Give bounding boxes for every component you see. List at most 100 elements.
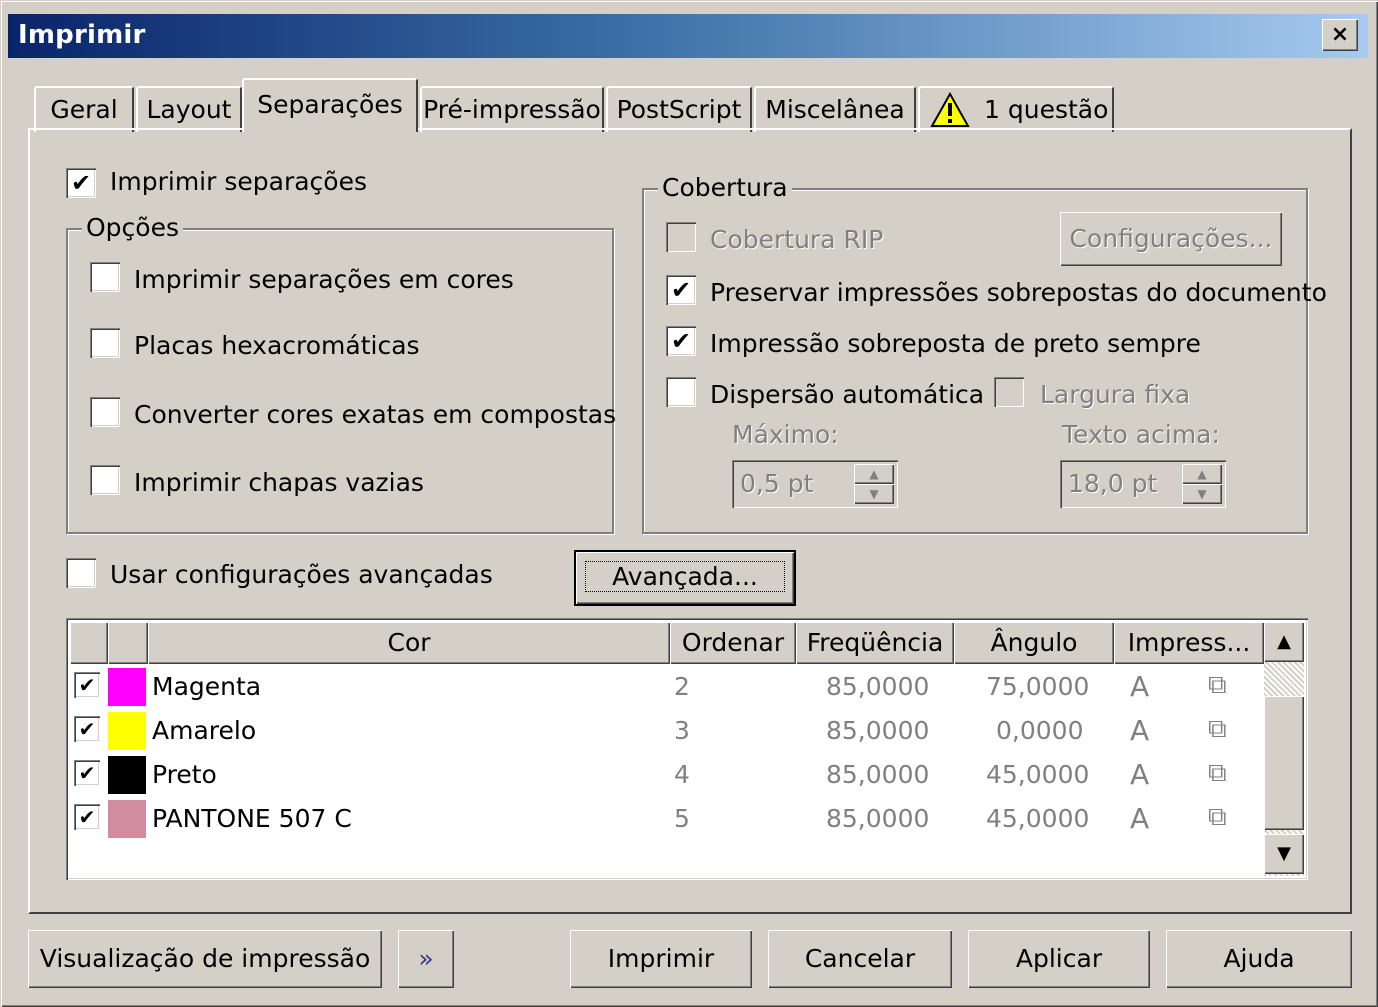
text-above-value: 18,0 pt [1068, 469, 1158, 498]
fixed-width-label: Largura fixa [1040, 380, 1191, 409]
table-row[interactable]: ✔ Amarelo 3 85,0000 0,0000 A ⧉ [70, 710, 1260, 754]
row-checkbox[interactable]: ✔ [74, 672, 100, 698]
scroll-up-button[interactable]: ▲ [1264, 622, 1304, 662]
convert-spot-checkbox[interactable] [90, 397, 120, 427]
print-empty-plates-checkbox[interactable] [90, 465, 120, 495]
order-value: 4 [674, 760, 690, 789]
tab-label: PostScript [616, 95, 742, 124]
maximum-value: 0,5 pt [740, 469, 814, 498]
row-checkbox[interactable]: ✔ [74, 716, 100, 742]
close-icon: × [1330, 22, 1350, 47]
column-header-color[interactable]: Cor [148, 622, 670, 664]
tab-separacoes[interactable]: Separações [242, 78, 418, 132]
tab-geral[interactable]: Geral [34, 86, 134, 132]
help-button[interactable]: Ajuda [1166, 930, 1352, 988]
color-name: PANTONE 507 C [152, 804, 352, 833]
color-separations-label: Imprimir separações em cores [134, 265, 514, 294]
title-bar: Imprimir × [8, 14, 1368, 58]
column-header-angle[interactable]: Ângulo [954, 622, 1114, 664]
column-header-swatch[interactable] [108, 622, 148, 664]
scroll-down-button[interactable]: ▼ [1264, 834, 1304, 874]
print-separations-checkbox[interactable]: ✔ [66, 168, 96, 198]
print-overprint-text-icon[interactable]: A [1130, 802, 1149, 835]
rip-coverage-label: Cobertura RIP [710, 225, 884, 254]
color-separations-checkbox[interactable] [90, 262, 120, 292]
overprint-black-checkbox[interactable]: ✔ [666, 326, 696, 356]
angle-value: 45,0000 [986, 760, 1090, 789]
preserve-overprints-label: Preservar impressões sobrepostas do docu… [710, 278, 1327, 307]
window-title: Imprimir [18, 20, 146, 50]
column-header-check[interactable] [70, 622, 108, 664]
angle-value: 0,0000 [996, 716, 1084, 745]
print-button[interactable]: Imprimir [570, 930, 752, 988]
frequency-value: 85,0000 [826, 804, 930, 833]
list-scrollbar[interactable]: ▲ ▼ [1264, 622, 1304, 876]
print-overprint-graphic-icon[interactable]: ⧉ [1208, 758, 1227, 789]
use-advanced-checkbox[interactable] [66, 558, 96, 588]
tab-issues[interactable]: 1 questão [918, 86, 1114, 132]
convert-spot-label: Converter cores exatas em compostas [134, 400, 617, 429]
column-header-order[interactable]: Ordenar [670, 622, 796, 664]
hexachrome-label: Placas hexacromáticas [134, 331, 420, 360]
print-empty-plates-label: Imprimir chapas vazias [134, 468, 424, 497]
spin-up-button[interactable]: ▲ [1182, 464, 1222, 484]
table-row[interactable]: ✔ Magenta 2 85,0000 75,0000 A ⧉ [70, 666, 1260, 710]
maximum-spinner[interactable]: 0,5 pt ▲ ▼ [732, 460, 898, 508]
tab-pre-impressao[interactable]: Pré-impressão [420, 86, 604, 132]
cancel-button[interactable]: Cancelar [768, 930, 952, 988]
options-title: Opções [82, 213, 183, 242]
print-dialog: Imprimir × Geral Layout Separações Pré-i… [0, 0, 1378, 1007]
print-overprint-text-icon[interactable]: A [1130, 714, 1149, 747]
expand-preview-button[interactable]: » [398, 930, 454, 988]
advanced-button[interactable]: Avançada... [574, 550, 796, 606]
text-above-spinner[interactable]: 18,0 pt ▲ ▼ [1060, 460, 1226, 508]
print-overprint-graphic-icon[interactable]: ⧉ [1208, 670, 1227, 701]
spin-up-button[interactable]: ▲ [854, 464, 894, 484]
preserve-overprints-checkbox[interactable]: ✔ [666, 275, 696, 305]
print-overprint-text-icon[interactable]: A [1130, 758, 1149, 791]
spin-down-button[interactable]: ▼ [854, 484, 894, 504]
hexachrome-checkbox[interactable] [90, 328, 120, 358]
column-header-frequency[interactable]: Freqüência [796, 622, 954, 664]
tab-postscript[interactable]: PostScript [606, 86, 752, 132]
print-overprint-text-icon[interactable]: A [1130, 670, 1149, 703]
tab-miscelanea[interactable]: Miscelânea [754, 86, 916, 132]
advanced-button-label: Avançada... [585, 561, 785, 592]
coverage-settings-button[interactable]: Configurações... [1060, 212, 1282, 266]
frequency-value: 85,0000 [826, 716, 930, 745]
color-list[interactable]: Cor Ordenar Freqüência Ângulo Impress...… [66, 618, 1308, 880]
warning-icon [930, 92, 970, 127]
table-row[interactable]: ✔ PANTONE 507 C 5 85,0000 45,0000 A ⧉ [70, 798, 1260, 842]
coverage-title: Cobertura [658, 173, 792, 202]
tab-label: Layout [146, 95, 232, 124]
close-button[interactable]: × [1322, 19, 1358, 51]
overprint-black-label: Impressão sobreposta de preto sempre [710, 329, 1201, 358]
angle-value: 45,0000 [986, 804, 1090, 833]
frequency-value: 85,0000 [826, 672, 930, 701]
color-swatch [108, 668, 146, 706]
row-checkbox[interactable]: ✔ [74, 760, 100, 786]
print-separations-label: Imprimir separações [110, 167, 367, 196]
apply-button[interactable]: Aplicar [968, 930, 1150, 988]
fixed-width-checkbox[interactable] [994, 377, 1024, 407]
tab-label: Separações [257, 90, 403, 119]
row-checkbox[interactable]: ✔ [74, 804, 100, 830]
text-above-label: Texto acima: [1062, 420, 1220, 449]
color-swatch [108, 712, 146, 750]
table-row[interactable]: ✔ Preto 4 85,0000 45,0000 A ⧉ [70, 754, 1260, 798]
auto-spread-checkbox[interactable] [666, 377, 696, 407]
rip-coverage-checkbox[interactable] [666, 222, 696, 252]
fast-forward-icon: » [418, 944, 434, 973]
color-name: Magenta [152, 672, 262, 701]
tab-label: Geral [50, 95, 118, 124]
color-swatch [108, 756, 146, 794]
scroll-thumb[interactable] [1264, 696, 1304, 830]
column-header-print[interactable]: Impress... [1114, 622, 1264, 664]
maximum-label: Máximo: [732, 420, 839, 449]
spin-down-button[interactable]: ▼ [1182, 484, 1222, 504]
print-preview-button[interactable]: Visualização de impressão [28, 930, 382, 988]
print-overprint-graphic-icon[interactable]: ⧉ [1208, 714, 1227, 745]
print-overprint-graphic-icon[interactable]: ⧉ [1208, 802, 1227, 833]
tab-label: Pré-impressão [423, 95, 601, 124]
tab-layout[interactable]: Layout [136, 86, 242, 132]
